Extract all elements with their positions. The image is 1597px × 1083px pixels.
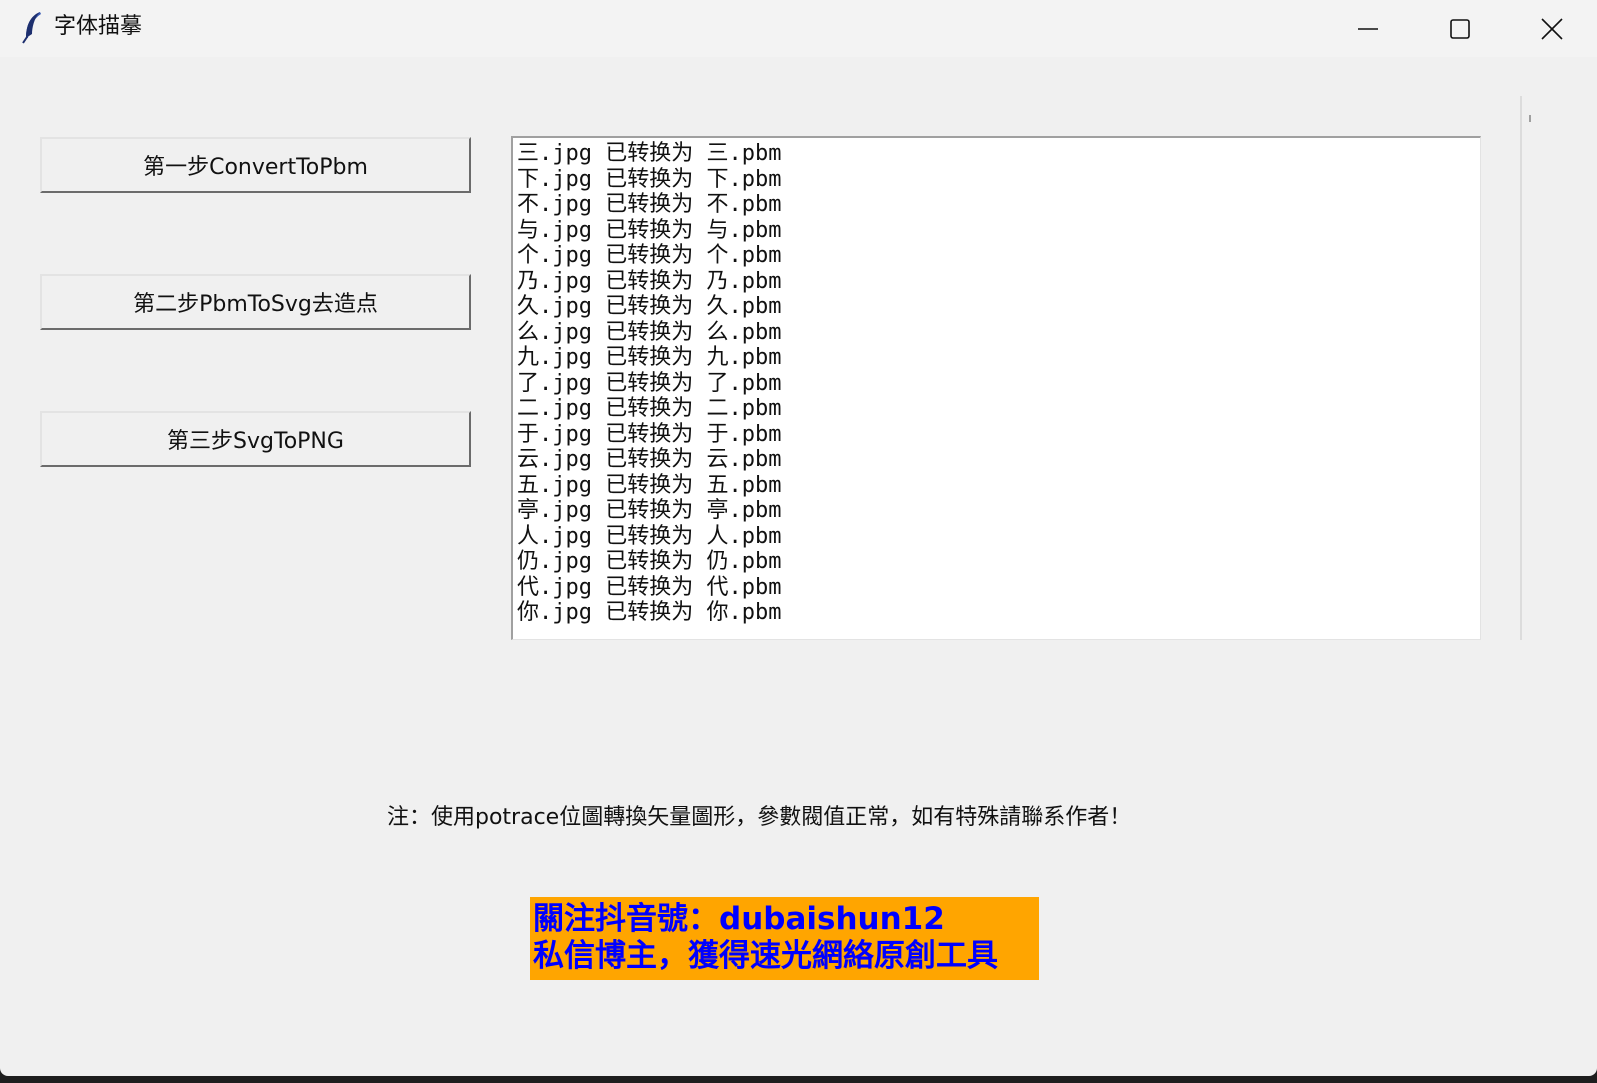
app-window: 字体描摹 第一步ConvertToPbm 第二步PbmToSvg去造点 第三步S… — [0, 0, 1597, 1076]
log-line: 人.jpg 已转换为 人.pbm — [517, 523, 782, 549]
close-icon — [1541, 17, 1563, 40]
title-bar[interactable]: 字体描摹 — [0, 0, 1597, 57]
log-line: 仍.jpg 已转换为 仍.pbm — [517, 549, 782, 574]
scrollbar[interactable] — [1520, 96, 1522, 640]
log-line: 九.jpg 已转换为 九.pbm — [517, 345, 782, 370]
promo-line-1: 關注抖音號：dubaishun12 — [533, 901, 945, 937]
maximize-button[interactable] — [1414, 0, 1506, 57]
close-button[interactable] — [1506, 0, 1597, 57]
log-line: 五.jpg 已转换为 五.pbm — [517, 472, 782, 498]
log-line: 下.jpg 已转换为 下.pbm — [517, 166, 782, 192]
minimize-button[interactable] — [1322, 0, 1414, 57]
log-line: 与.jpg 已转换为 与.pbm — [517, 217, 782, 243]
log-line: 亭.jpg 已转换为 亭.pbm — [517, 498, 782, 523]
log-textarea[interactable]: 三.jpg 已转换为 三.pbm 下.jpg 已转换为 下.pbm 不.jpg 已转… — [511, 136, 1481, 640]
pbm-to-svg-button[interactable]: 第二步PbmToSvg去造点 — [40, 274, 471, 330]
log-line: 不.jpg 已转换为 不.pbm — [517, 192, 782, 217]
convert-to-pbm-button[interactable]: 第一步ConvertToPbm — [40, 137, 471, 193]
maximize-icon — [1450, 18, 1470, 39]
log-line: 于.jpg 已转换为 于.pbm — [517, 421, 782, 447]
log-line: 云.jpg 已转换为 云.pbm — [517, 447, 782, 472]
log-line: 你.jpg 已转换为 你.pbm — [517, 600, 782, 625]
log-line: 个.jpg 已转换为 个.pbm — [517, 243, 782, 268]
note-label: 注：使用potrace位圖轉換矢量圖形，參數閥值正常，如有特殊請聯系作者！ — [387, 805, 1132, 830]
promo-line-2: 私信博主，獲得速光網絡原創工具 — [533, 938, 998, 974]
log-line: 代.jpg 已转换为 代.pbm — [517, 574, 782, 600]
log-line: 久.jpg 已转换为 久.pbm — [517, 294, 782, 319]
window-title: 字体描摹 — [54, 14, 143, 39]
log-line: 三.jpg 已转换为 三.pbm — [517, 141, 782, 166]
log-line: 了.jpg 已转换为 了.pbm — [517, 370, 782, 396]
scrollbar-thumb[interactable] — [1529, 115, 1531, 122]
log-line: 么.jpg 已转换为 么.pbm — [517, 319, 782, 345]
promo-banner: 關注抖音號：dubaishun12 私信博主，獲得速光網絡原創工具 — [530, 897, 1039, 980]
log-line: 乃.jpg 已转换为 乃.pbm — [517, 268, 782, 294]
log-line: 二.jpg 已转换为 二.pbm — [517, 396, 782, 421]
feather-icon — [22, 12, 41, 44]
minimize-icon — [1358, 27, 1378, 30]
svg-to-png-button[interactable]: 第三步SvgToPNG — [40, 411, 471, 467]
